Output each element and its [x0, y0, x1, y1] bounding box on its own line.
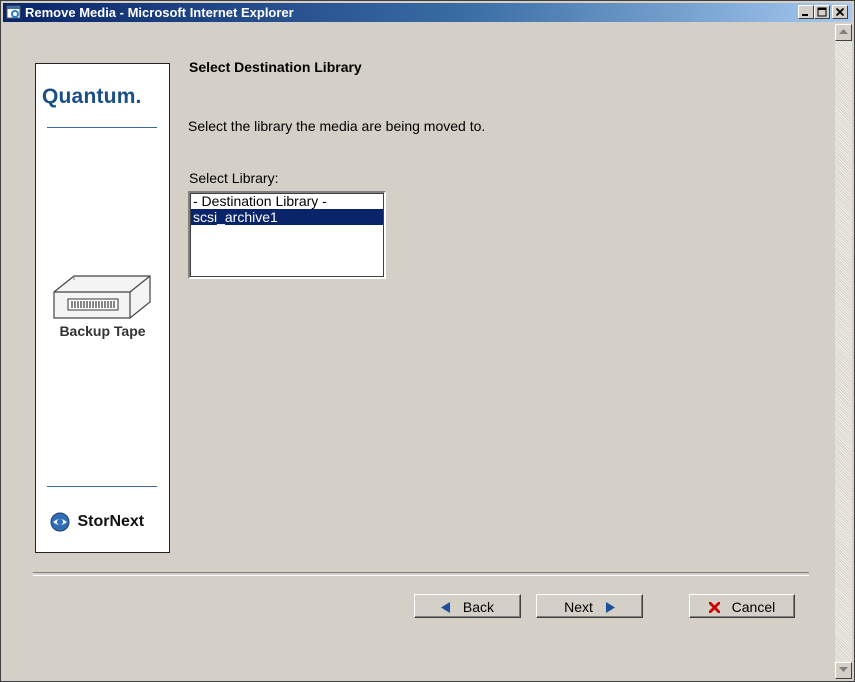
product-label: Backup Tape [59, 323, 146, 339]
cancel-x-icon [708, 601, 720, 613]
cancel-button[interactable]: Cancel [689, 594, 795, 618]
arrow-down-icon [839, 667, 848, 672]
brand-panel: Quantum. Backup Tape StorNext [35, 63, 170, 553]
tape-drive-icon [53, 275, 151, 319]
quantum-logo: Quantum. [42, 85, 142, 108]
arrow-right-icon [605, 601, 615, 613]
instruction-text: Select the library the media are being m… [188, 118, 486, 134]
library-option-placeholder[interactable]: - Destination Library - [191, 193, 383, 209]
title-bar[interactable]: Remove Media - Microsoft Internet Explor… [3, 3, 852, 22]
back-button[interactable]: Back [414, 594, 521, 618]
minimize-icon [802, 14, 808, 16]
scroll-down-button[interactable] [835, 662, 852, 679]
cancel-button-label: Cancel [731, 599, 776, 616]
close-button[interactable] [832, 5, 848, 19]
next-button-label: Next [564, 599, 593, 616]
next-button[interactable]: Next [536, 594, 643, 618]
minimize-button[interactable] [798, 5, 814, 19]
footer-separator [33, 572, 809, 576]
page-title: Select Destination Library [189, 59, 362, 75]
library-listbox[interactable]: - Destination Library - scsi_archive1 [188, 191, 386, 279]
maximize-icon [817, 7, 827, 17]
library-option-scsi-archive1[interactable]: scsi_archive1 [191, 209, 383, 225]
stornext-wordmark: StorNext [77, 513, 145, 530]
stornext-logo: StorNext [50, 512, 144, 534]
brand-divider-top [47, 127, 157, 128]
vertical-scrollbar[interactable] [835, 24, 852, 679]
maximize-button[interactable] [814, 5, 830, 19]
scroll-up-button[interactable] [835, 24, 852, 41]
window-title: Remove Media - Microsoft Internet Explor… [25, 5, 294, 20]
arrow-left-icon [440, 601, 450, 613]
select-library-label: Select Library: [189, 170, 279, 186]
stornext-globe-icon [50, 512, 70, 532]
brand-divider-bottom [47, 486, 157, 487]
close-icon [835, 7, 845, 17]
internet-explorer-icon [6, 5, 21, 19]
arrow-up-icon [839, 29, 848, 34]
back-button-label: Back [462, 599, 494, 616]
